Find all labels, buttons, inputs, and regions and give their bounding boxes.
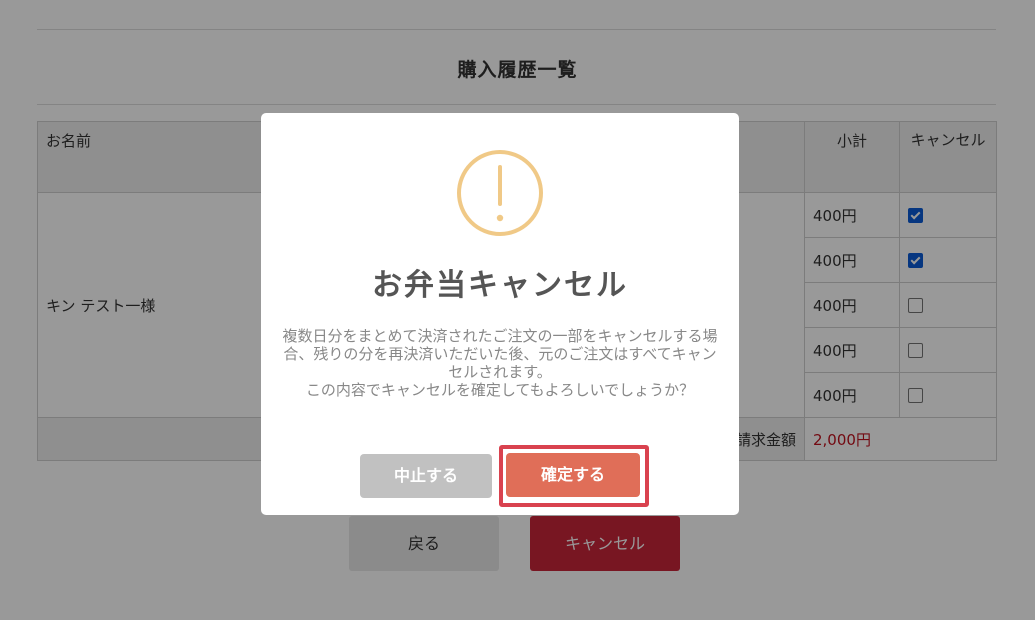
dialog-message: 複数日分をまとめて決済されたご注文の一部をキャンセルする場合、残りの分を再決済い… (279, 327, 721, 399)
warning-icon (457, 150, 543, 236)
abort-button[interactable]: 中止する (360, 454, 492, 498)
confirm-button[interactable]: 確定する (506, 453, 640, 497)
dialog-message-line2: この内容でキャンセルを確定してもよろしいでしょうか？ (305, 381, 695, 399)
dialog-message-line1: 複数日分をまとめて決済されたご注文の一部をキャンセルする場合、残りの分を再決済い… (282, 327, 718, 381)
cancel-confirm-dialog: お弁当キャンセル 複数日分をまとめて決済されたご注文の一部をキャンセルする場合、… (261, 113, 739, 515)
dialog-title: お弁当キャンセル (372, 268, 628, 303)
